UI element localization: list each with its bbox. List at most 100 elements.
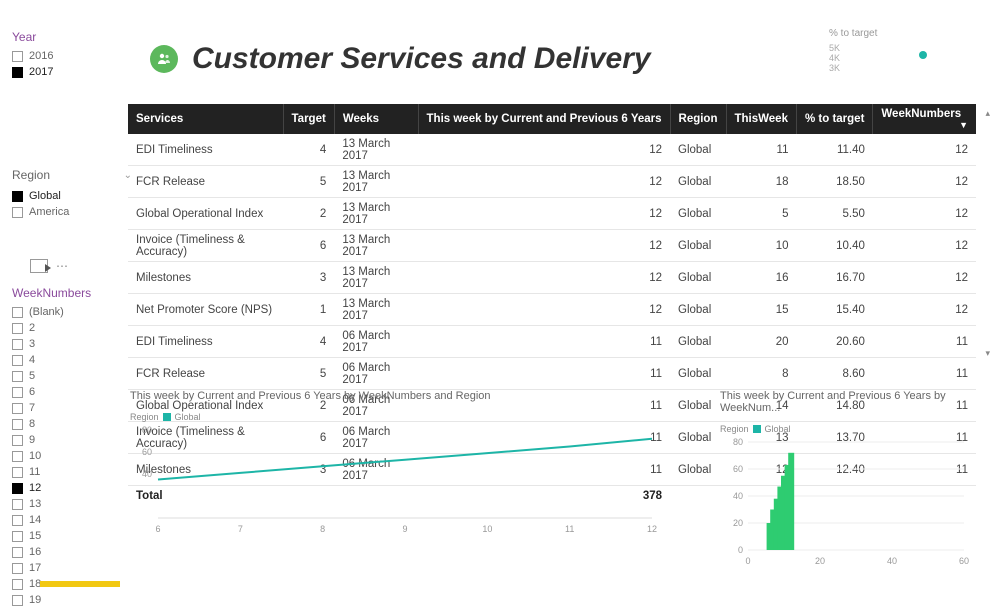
slicer-item[interactable]: 8 [12, 418, 132, 430]
table-cell: 11 [873, 358, 976, 390]
line-chart[interactable]: This week by Current and Previous 6 Year… [130, 390, 690, 539]
checkbox-icon[interactable] [12, 355, 23, 366]
table-cell: 20 [726, 326, 796, 358]
checkbox-icon[interactable] [12, 419, 23, 430]
slicer-item[interactable]: America [12, 206, 132, 218]
slicer-item[interactable]: 14 [12, 514, 132, 526]
column-header[interactable]: Weeks [334, 104, 418, 134]
slicer-item[interactable]: 19 [12, 594, 132, 606]
slicer-item[interactable]: 9 [12, 434, 132, 446]
table-row[interactable]: EDI Timeliness413 March 201712Global1111… [128, 134, 976, 166]
column-header[interactable]: Target [283, 104, 334, 134]
table-row[interactable]: FCR Release513 March 201712Global1818.50… [128, 166, 976, 198]
bar-chart-title: This week by Current and Previous 6 Year… [720, 390, 980, 414]
checkbox-icon[interactable] [12, 51, 23, 62]
scroll-up-icon[interactable]: ▴ [985, 108, 990, 119]
table-row[interactable]: EDI Timeliness406 March 201711Global2020… [128, 326, 976, 358]
bar-chart-legend: Region Global [720, 424, 980, 434]
focus-mode-icon[interactable] [30, 259, 48, 273]
table-row[interactable]: FCR Release506 March 201711Global88.6011 [128, 358, 976, 390]
slicer-item[interactable]: Global [12, 190, 132, 202]
kpi-label: % to target [829, 28, 969, 39]
svg-text:8: 8 [320, 524, 325, 534]
slicer-item-label: 14 [29, 514, 41, 526]
checkbox-icon[interactable] [12, 387, 23, 398]
slicer-item[interactable]: 16 [12, 546, 132, 558]
column-header[interactable]: This week by Current and Previous 6 Year… [418, 104, 670, 134]
table-cell: 12 [418, 134, 670, 166]
table-row[interactable]: Milestones313 March 201712Global1616.701… [128, 262, 976, 294]
table-cell: Global [670, 198, 726, 230]
slicer-item-label: 10 [29, 450, 41, 462]
slicer-item[interactable]: 13 [12, 498, 132, 510]
slicer-item[interactable]: 15 [12, 530, 132, 542]
table-row[interactable]: Global Operational Index213 March 201712… [128, 198, 976, 230]
slicer-item[interactable]: 17 [12, 562, 132, 574]
slicer-item[interactable]: 11 [12, 466, 132, 478]
checkbox-icon[interactable] [12, 323, 23, 334]
slicer-item[interactable]: 5 [12, 370, 132, 382]
column-header[interactable]: WeekNumbers▼ [873, 104, 976, 134]
table-cell: 13 March 2017 [334, 294, 418, 326]
checkbox-icon[interactable] [12, 451, 23, 462]
checkbox-icon[interactable] [12, 435, 23, 446]
slicer-item[interactable]: 3 [12, 338, 132, 350]
table-row[interactable]: Invoice (Timeliness & Accuracy)613 March… [128, 230, 976, 262]
table-cell: Invoice (Timeliness & Accuracy) [128, 230, 283, 262]
checkbox-icon[interactable] [12, 531, 23, 542]
table-cell: 12 [873, 198, 976, 230]
table-cell: Global [670, 134, 726, 166]
more-options-icon[interactable]: ⋯ [56, 259, 70, 273]
checkbox-icon[interactable] [12, 371, 23, 382]
region-slicer-title: Region [12, 168, 50, 182]
column-header[interactable]: ThisWeek [726, 104, 796, 134]
svg-text:40: 40 [887, 556, 897, 566]
table-cell: 13 March 2017 [334, 262, 418, 294]
table-cell: 5 [283, 166, 334, 198]
table-cell: FCR Release [128, 358, 283, 390]
table-cell: 3 [283, 262, 334, 294]
slicer-item[interactable]: 6 [12, 386, 132, 398]
checkbox-icon[interactable] [12, 579, 23, 590]
checkbox-icon[interactable] [12, 483, 23, 494]
slicer-item[interactable]: 2017 [12, 66, 112, 78]
slicer-item-label: 2016 [29, 50, 53, 62]
checkbox-icon[interactable] [12, 467, 23, 478]
slicer-item[interactable]: 10 [12, 450, 132, 462]
checkbox-icon[interactable] [12, 191, 23, 202]
checkbox-icon[interactable] [12, 307, 23, 318]
checkbox-icon[interactable] [12, 515, 23, 526]
column-header[interactable]: Services [128, 104, 283, 134]
checkbox-icon[interactable] [12, 595, 23, 606]
checkbox-icon[interactable] [12, 403, 23, 414]
slicer-item-label: 16 [29, 546, 41, 558]
page-tab-indicator[interactable] [40, 581, 120, 587]
table-header-row[interactable]: ServicesTargetWeeksThis week by Current … [128, 104, 976, 134]
checkbox-icon[interactable] [12, 563, 23, 574]
column-header[interactable]: Region [670, 104, 726, 134]
checkbox-icon[interactable] [12, 67, 23, 78]
slicer-item[interactable]: 2016 [12, 50, 112, 62]
slicer-item[interactable]: 4 [12, 354, 132, 366]
slicer-item-label: 17 [29, 562, 41, 574]
table-row[interactable]: Net Promoter Score (NPS)113 March 201712… [128, 294, 976, 326]
table-cell: Milestones [128, 262, 283, 294]
table-cell: 6 [283, 230, 334, 262]
table-cell: 12 [418, 166, 670, 198]
checkbox-icon[interactable] [12, 499, 23, 510]
table-cell: 15.40 [796, 294, 872, 326]
sort-desc-icon[interactable]: ▼ [959, 120, 968, 130]
checkbox-icon[interactable] [12, 547, 23, 558]
slicer-item[interactable]: 2 [12, 322, 132, 334]
slicer-item[interactable]: 7 [12, 402, 132, 414]
bar-chart[interactable]: This week by Current and Previous 6 Year… [720, 390, 980, 571]
table-cell: 8 [726, 358, 796, 390]
column-header[interactable]: % to target [796, 104, 872, 134]
slicer-item[interactable]: (Blank) [12, 306, 132, 318]
scroll-down-icon[interactable]: ▾ [985, 348, 990, 359]
table-cell: 12 [873, 294, 976, 326]
checkbox-icon[interactable] [12, 207, 23, 218]
checkbox-icon[interactable] [12, 339, 23, 350]
legend-swatch-icon [753, 425, 761, 433]
slicer-item[interactable]: 12 [12, 482, 132, 494]
